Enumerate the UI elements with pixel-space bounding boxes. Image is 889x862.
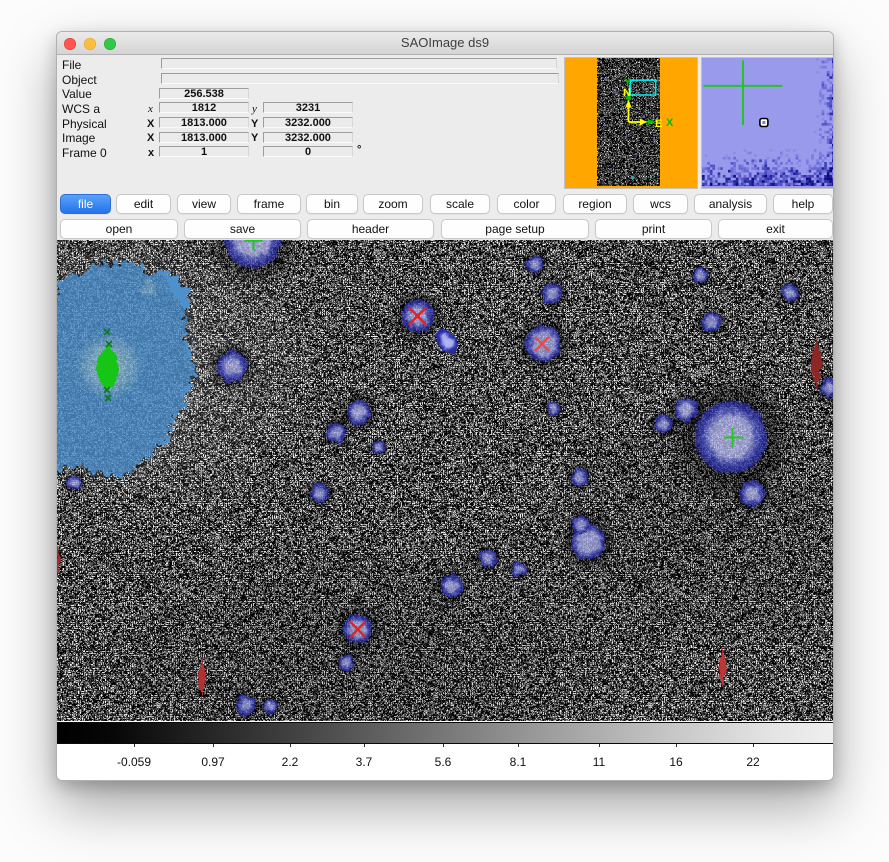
svg-text:N: N bbox=[623, 87, 631, 99]
svg-text:E: E bbox=[655, 118, 662, 130]
svg-text:X: X bbox=[666, 117, 674, 129]
